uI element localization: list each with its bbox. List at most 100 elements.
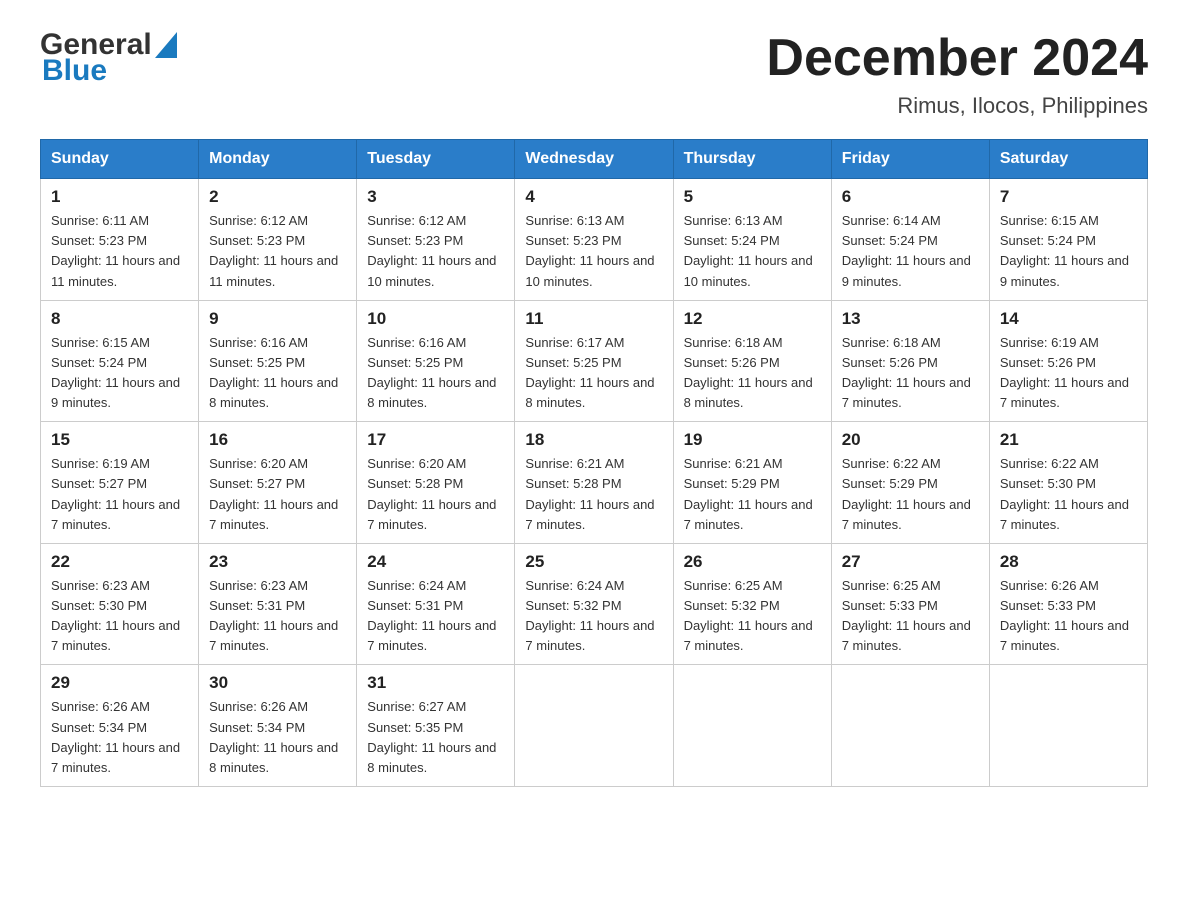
day-info: Sunrise: 6:26 AMSunset: 5:33 PMDaylight:… — [1000, 578, 1129, 653]
calendar-week-row: 22 Sunrise: 6:23 AMSunset: 5:30 PMDaylig… — [41, 543, 1148, 665]
calendar-cell: 28 Sunrise: 6:26 AMSunset: 5:33 PMDaylig… — [989, 543, 1147, 665]
day-info: Sunrise: 6:27 AMSunset: 5:35 PMDaylight:… — [367, 699, 496, 774]
day-number: 22 — [51, 552, 188, 572]
day-number: 7 — [1000, 187, 1137, 207]
day-number: 29 — [51, 673, 188, 693]
day-info: Sunrise: 6:19 AMSunset: 5:26 PMDaylight:… — [1000, 335, 1129, 410]
day-number: 16 — [209, 430, 346, 450]
calendar-cell: 27 Sunrise: 6:25 AMSunset: 5:33 PMDaylig… — [831, 543, 989, 665]
day-info: Sunrise: 6:15 AMSunset: 5:24 PMDaylight:… — [51, 335, 180, 410]
day-info: Sunrise: 6:14 AMSunset: 5:24 PMDaylight:… — [842, 213, 971, 288]
title-area: December 2024 Rimus, Ilocos, Philippines — [766, 30, 1148, 119]
day-number: 23 — [209, 552, 346, 572]
weekday-header-monday: Monday — [199, 140, 357, 179]
day-number: 20 — [842, 430, 979, 450]
day-number: 1 — [51, 187, 188, 207]
day-info: Sunrise: 6:16 AMSunset: 5:25 PMDaylight:… — [209, 335, 338, 410]
day-info: Sunrise: 6:21 AMSunset: 5:29 PMDaylight:… — [684, 456, 813, 531]
weekday-header-friday: Friday — [831, 140, 989, 179]
day-number: 30 — [209, 673, 346, 693]
calendar-cell: 2 Sunrise: 6:12 AMSunset: 5:23 PMDayligh… — [199, 179, 357, 301]
day-info: Sunrise: 6:16 AMSunset: 5:25 PMDaylight:… — [367, 335, 496, 410]
day-info: Sunrise: 6:20 AMSunset: 5:28 PMDaylight:… — [367, 456, 496, 531]
location-subtitle: Rimus, Ilocos, Philippines — [766, 93, 1148, 119]
day-info: Sunrise: 6:11 AMSunset: 5:23 PMDaylight:… — [51, 213, 180, 288]
day-info: Sunrise: 6:17 AMSunset: 5:25 PMDaylight:… — [525, 335, 654, 410]
calendar-cell: 10 Sunrise: 6:16 AMSunset: 5:25 PMDaylig… — [357, 300, 515, 422]
calendar-cell: 3 Sunrise: 6:12 AMSunset: 5:23 PMDayligh… — [357, 179, 515, 301]
calendar-cell: 7 Sunrise: 6:15 AMSunset: 5:24 PMDayligh… — [989, 179, 1147, 301]
calendar-cell: 31 Sunrise: 6:27 AMSunset: 5:35 PMDaylig… — [357, 665, 515, 787]
day-number: 14 — [1000, 309, 1137, 329]
day-number: 26 — [684, 552, 821, 572]
day-number: 24 — [367, 552, 504, 572]
calendar-cell: 26 Sunrise: 6:25 AMSunset: 5:32 PMDaylig… — [673, 543, 831, 665]
day-info: Sunrise: 6:25 AMSunset: 5:32 PMDaylight:… — [684, 578, 813, 653]
day-info: Sunrise: 6:13 AMSunset: 5:24 PMDaylight:… — [684, 213, 813, 288]
day-info: Sunrise: 6:18 AMSunset: 5:26 PMDaylight:… — [684, 335, 813, 410]
day-number: 4 — [525, 187, 662, 207]
day-number: 31 — [367, 673, 504, 693]
day-info: Sunrise: 6:23 AMSunset: 5:31 PMDaylight:… — [209, 578, 338, 653]
weekday-header-thursday: Thursday — [673, 140, 831, 179]
day-info: Sunrise: 6:22 AMSunset: 5:29 PMDaylight:… — [842, 456, 971, 531]
day-number: 11 — [525, 309, 662, 329]
calendar-cell: 19 Sunrise: 6:21 AMSunset: 5:29 PMDaylig… — [673, 422, 831, 544]
day-number: 12 — [684, 309, 821, 329]
day-info: Sunrise: 6:12 AMSunset: 5:23 PMDaylight:… — [367, 213, 496, 288]
calendar-cell — [515, 665, 673, 787]
day-info: Sunrise: 6:13 AMSunset: 5:23 PMDaylight:… — [525, 213, 654, 288]
calendar-cell: 15 Sunrise: 6:19 AMSunset: 5:27 PMDaylig… — [41, 422, 199, 544]
calendar-cell: 12 Sunrise: 6:18 AMSunset: 5:26 PMDaylig… — [673, 300, 831, 422]
calendar-cell: 23 Sunrise: 6:23 AMSunset: 5:31 PMDaylig… — [199, 543, 357, 665]
calendar-cell: 20 Sunrise: 6:22 AMSunset: 5:29 PMDaylig… — [831, 422, 989, 544]
day-number: 18 — [525, 430, 662, 450]
calendar-cell: 25 Sunrise: 6:24 AMSunset: 5:32 PMDaylig… — [515, 543, 673, 665]
calendar-cell — [673, 665, 831, 787]
day-number: 28 — [1000, 552, 1137, 572]
day-info: Sunrise: 6:22 AMSunset: 5:30 PMDaylight:… — [1000, 456, 1129, 531]
weekday-header-row: SundayMondayTuesdayWednesdayThursdayFrid… — [41, 140, 1148, 179]
calendar-week-row: 1 Sunrise: 6:11 AMSunset: 5:23 PMDayligh… — [41, 179, 1148, 301]
day-info: Sunrise: 6:24 AMSunset: 5:31 PMDaylight:… — [367, 578, 496, 653]
calendar-cell: 17 Sunrise: 6:20 AMSunset: 5:28 PMDaylig… — [357, 422, 515, 544]
calendar-cell: 16 Sunrise: 6:20 AMSunset: 5:27 PMDaylig… — [199, 422, 357, 544]
day-number: 21 — [1000, 430, 1137, 450]
calendar-cell: 11 Sunrise: 6:17 AMSunset: 5:25 PMDaylig… — [515, 300, 673, 422]
weekday-header-wednesday: Wednesday — [515, 140, 673, 179]
day-info: Sunrise: 6:19 AMSunset: 5:27 PMDaylight:… — [51, 456, 180, 531]
calendar-week-row: 29 Sunrise: 6:26 AMSunset: 5:34 PMDaylig… — [41, 665, 1148, 787]
day-info: Sunrise: 6:24 AMSunset: 5:32 PMDaylight:… — [525, 578, 654, 653]
calendar-week-row: 8 Sunrise: 6:15 AMSunset: 5:24 PMDayligh… — [41, 300, 1148, 422]
day-number: 10 — [367, 309, 504, 329]
calendar-cell: 6 Sunrise: 6:14 AMSunset: 5:24 PMDayligh… — [831, 179, 989, 301]
day-info: Sunrise: 6:25 AMSunset: 5:33 PMDaylight:… — [842, 578, 971, 653]
calendar-cell — [989, 665, 1147, 787]
day-number: 9 — [209, 309, 346, 329]
day-number: 6 — [842, 187, 979, 207]
weekday-header-sunday: Sunday — [41, 140, 199, 179]
day-info: Sunrise: 6:26 AMSunset: 5:34 PMDaylight:… — [209, 699, 338, 774]
day-number: 13 — [842, 309, 979, 329]
calendar-cell: 24 Sunrise: 6:24 AMSunset: 5:31 PMDaylig… — [357, 543, 515, 665]
month-year-title: December 2024 — [766, 30, 1148, 87]
day-number: 19 — [684, 430, 821, 450]
day-number: 25 — [525, 552, 662, 572]
day-info: Sunrise: 6:21 AMSunset: 5:28 PMDaylight:… — [525, 456, 654, 531]
day-info: Sunrise: 6:12 AMSunset: 5:23 PMDaylight:… — [209, 213, 338, 288]
calendar-cell: 5 Sunrise: 6:13 AMSunset: 5:24 PMDayligh… — [673, 179, 831, 301]
logo: General Blue — [40, 30, 177, 86]
logo-arrow-icon — [155, 32, 177, 58]
day-number: 5 — [684, 187, 821, 207]
calendar-cell: 14 Sunrise: 6:19 AMSunset: 5:26 PMDaylig… — [989, 300, 1147, 422]
weekday-header-saturday: Saturday — [989, 140, 1147, 179]
calendar-cell: 29 Sunrise: 6:26 AMSunset: 5:34 PMDaylig… — [41, 665, 199, 787]
calendar-cell: 8 Sunrise: 6:15 AMSunset: 5:24 PMDayligh… — [41, 300, 199, 422]
day-number: 15 — [51, 430, 188, 450]
page-header: General Blue December 2024 Rimus, Ilocos… — [40, 30, 1148, 119]
calendar-cell: 4 Sunrise: 6:13 AMSunset: 5:23 PMDayligh… — [515, 179, 673, 301]
day-number: 8 — [51, 309, 188, 329]
calendar-week-row: 15 Sunrise: 6:19 AMSunset: 5:27 PMDaylig… — [41, 422, 1148, 544]
day-number: 2 — [209, 187, 346, 207]
day-info: Sunrise: 6:23 AMSunset: 5:30 PMDaylight:… — [51, 578, 180, 653]
